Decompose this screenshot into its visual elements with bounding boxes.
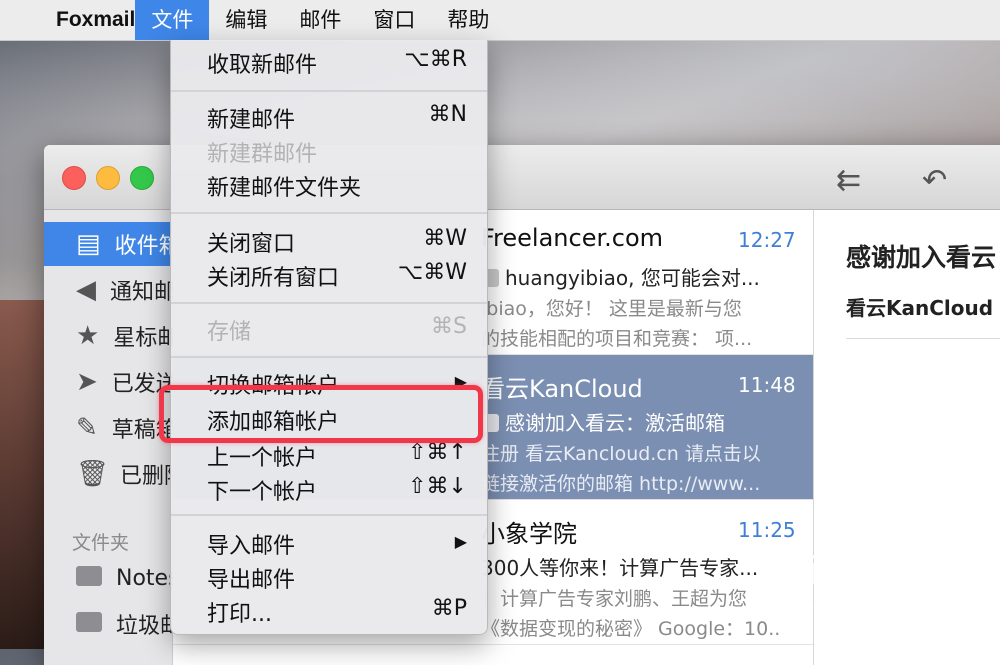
menu-item-label: 关闭窗口	[207, 232, 296, 257]
mail-preview-line: 的技能相配的项目和竞赛： 项...	[481, 328, 753, 350]
sidebar-item-notifications[interactable]: ◀ 通知邮件	[44, 268, 198, 312]
reading-subject: 感谢加入看云：激活邮箱	[846, 243, 1000, 272]
mail-preview-line: ibiao，您好！ 这里是最新与您	[481, 298, 742, 320]
menu-item-label: 新建邮件	[207, 108, 296, 133]
mail-sender: 小象学院	[481, 520, 577, 548]
feather-icon: ✎	[76, 413, 98, 443]
reply-all-icon[interactable]: ⇇	[836, 163, 861, 198]
menu-item-print[interactable]: 打印... ⌘P	[171, 594, 487, 628]
sidebar-item-junk[interactable]: 垃圾邮件	[44, 602, 204, 646]
menu-item-label: 收取新邮件	[207, 53, 318, 78]
mail-preview-line: 链接激活你的邮箱 http://www...	[481, 473, 761, 495]
submenu-arrow-icon: ▶	[454, 532, 467, 551]
sidebar-item-inbox[interactable]: ▤ 收件箱	[44, 222, 181, 266]
mail-subject-text: huangyibiao, 您可能会对...	[505, 266, 760, 290]
menu-item-label: 导出邮件	[207, 568, 296, 593]
send-icon: ➤	[76, 367, 98, 397]
mail-preview: ibiao，您好！ 这里是最新与您 的技能相配的项目和竞赛： 项...	[481, 294, 781, 354]
menu-item-label: 新建群邮件	[207, 142, 318, 167]
watermark-text: Bai du 经验	[755, 549, 978, 593]
menu-item-shortcut: ⌘N	[428, 102, 467, 127]
mail-subject: 300人等你来！计算广告专家...	[481, 556, 759, 580]
reply-icon[interactable]: ↶	[922, 163, 947, 198]
mail-subject: 感谢加入看云：激活邮箱	[481, 407, 725, 436]
highlight-annotation-box	[159, 385, 483, 443]
menu-item-new-folder[interactable]: 新建邮件文件夹	[171, 168, 487, 202]
menu-window[interactable]: 窗口	[357, 0, 431, 40]
mail-preview-line: ！计算广告专家刘鹏、王超为您	[481, 588, 748, 610]
sidebar: ▤ 收件箱 ◀ 通知邮件 ★ 星标邮件 ➤ 已发送 ✎ 草稿箱 🗑 已删除 文件…	[44, 210, 204, 665]
menu-separator	[171, 514, 487, 516]
menu-item-close-window[interactable]: 关闭窗口 ⌘W	[171, 224, 487, 258]
sidebar-item-notes[interactable]: Notes	[44, 556, 180, 600]
menu-separator	[171, 212, 487, 214]
divider	[846, 338, 1000, 339]
mail-subject: huangyibiao, 您可能会对...	[481, 262, 760, 291]
mail-preview-line: 注册 看云Kancloud.cn 请点击以	[481, 443, 761, 465]
menu-item-shortcut: ⌥⌘W	[397, 260, 467, 285]
sidebar-item-starred[interactable]: ★ 星标邮件	[44, 314, 201, 358]
mail-sender: Freelancer.com	[481, 224, 664, 252]
menu-item-shortcut: ⌘P	[431, 596, 467, 621]
menu-item-export-mail[interactable]: 导出邮件	[171, 560, 487, 594]
menu-edit[interactable]: 编辑	[209, 0, 283, 40]
folder-icon	[76, 609, 102, 639]
menu-file[interactable]: 文件	[135, 0, 210, 40]
mail-sender: 看云KanCloud	[481, 375, 643, 403]
menu-item-shortcut: ⇧⌘↓	[408, 474, 467, 499]
sidebar-item-drafts[interactable]: ✎ 草稿箱	[44, 406, 178, 450]
menu-bar: Foxmail 文件 编辑 邮件 窗口 帮助	[0, 0, 1000, 41]
trash-icon: 🗑	[76, 459, 110, 489]
mail-time: 12:27	[738, 228, 796, 252]
reading-from: 看云KanCloud	[846, 296, 994, 320]
sidebar-section-folders: 文件夹	[72, 532, 130, 554]
folder-icon	[76, 563, 102, 593]
mail-time: 11:48	[738, 373, 796, 397]
baidu-watermark: Bai du 经验 jingyan.baidu.com	[755, 538, 977, 610]
menu-item-receive-mail[interactable]: 收取新邮件 ⌥⌘R	[171, 45, 487, 79]
zoom-window-button[interactable]	[130, 166, 154, 190]
menu-separator	[171, 302, 487, 304]
menu-item-save: 存储 ⌘S	[171, 312, 487, 346]
menu-item-new-group-mail: 新建群邮件	[171, 134, 487, 168]
sidebar-item-sent[interactable]: ➤ 已发送	[44, 360, 178, 404]
menu-item-shortcut: ⌘S	[431, 314, 467, 339]
megaphone-icon: ◀	[76, 275, 96, 305]
menu-help[interactable]: 帮助	[431, 0, 505, 40]
menu-mail[interactable]: 邮件	[283, 0, 357, 40]
minimize-window-button[interactable]	[96, 166, 120, 190]
mail-preview: 注册 看云Kancloud.cn 请点击以 链接激活你的邮箱 http://ww…	[481, 439, 781, 499]
menu-item-label: 上一个帐户	[207, 446, 318, 471]
menu-item-label: 关闭所有窗口	[207, 266, 340, 291]
menu-item-label: 导入邮件	[207, 534, 296, 559]
menu-item-label: 新建邮件文件夹	[207, 176, 362, 201]
menu-item-label: 存储	[207, 320, 252, 345]
sidebar-item-deleted[interactable]: 🗑 已删除	[44, 452, 186, 496]
mail-preview: ！计算广告专家刘鹏、王超为您 《数据变现的秘密》 Google：10...	[481, 584, 781, 644]
menu-item-close-all-windows[interactable]: 关闭所有窗口 ⌥⌘W	[171, 258, 487, 292]
menu-item-label: 下一个帐户	[207, 480, 318, 505]
menu-item-shortcut: ⌘W	[423, 226, 467, 251]
file-menu-dropdown: 收取新邮件 ⌥⌘R 新建邮件 ⌘N 新建群邮件 新建邮件文件夹 关闭窗口 ⌘W …	[170, 40, 488, 635]
star-icon: ★	[76, 321, 100, 351]
menu-item-label: 打印...	[207, 602, 272, 627]
menu-separator	[171, 356, 487, 358]
menu-item-previous-account[interactable]: 上一个帐户 ⇧⌘↑	[171, 438, 487, 472]
menu-separator	[171, 90, 487, 92]
mail-subject-text: 感谢加入看云：激活邮箱	[505, 411, 725, 435]
inbox-icon: ▤	[76, 229, 101, 259]
watermark-url: jingyan.baidu.com	[777, 594, 890, 610]
menu-item-shortcut: ⇧⌘↑	[408, 440, 467, 465]
mail-preview-line: 《数据变现的秘密》 Google：10...	[481, 618, 781, 640]
menu-item-next-account[interactable]: 下一个帐户 ⇧⌘↓	[171, 472, 487, 506]
menu-item-shortcut: ⌥⌘R	[404, 47, 467, 72]
close-window-button[interactable]	[62, 166, 86, 190]
app-menu-foxmail[interactable]: Foxmail	[56, 8, 135, 32]
menu-item-new-mail[interactable]: 新建邮件 ⌘N	[171, 100, 487, 134]
menu-item-import-mail[interactable]: 导入邮件 ▶	[171, 526, 487, 560]
